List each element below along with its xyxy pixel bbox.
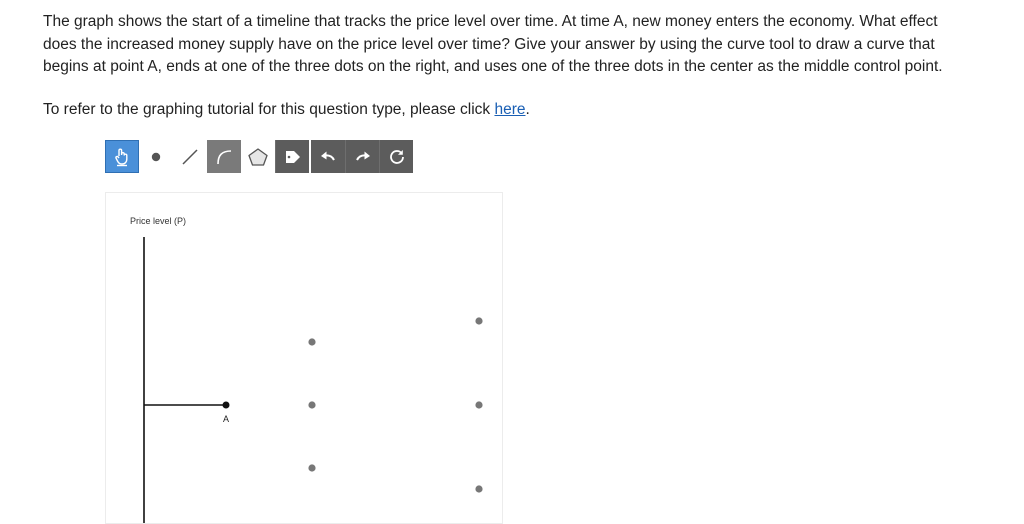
curve-tool-button[interactable]: [207, 140, 241, 173]
reset-icon: [389, 149, 404, 164]
tag-icon: [285, 150, 300, 163]
pentagon-icon: [248, 147, 268, 166]
undo-button[interactable]: [311, 140, 345, 173]
hand-icon: [115, 148, 128, 166]
graph-toolbar: [105, 140, 413, 173]
end-dot-bottom[interactable]: [475, 485, 483, 493]
tutorial-line: To refer to the graphing tutorial for th…: [43, 99, 530, 121]
dot-icon: [151, 152, 161, 161]
tutorial-link[interactable]: here: [494, 101, 525, 118]
question-text: The graph shows the start of a timeline …: [43, 13, 943, 75]
question-text-block: The graph shows the start of a timeline …: [43, 11, 963, 79]
point-tool-button[interactable]: [139, 140, 173, 173]
graph-canvas[interactable]: [106, 193, 502, 523]
graph-area[interactable]: Price level (P) A: [105, 192, 503, 524]
middle-control-dot-center[interactable]: [308, 401, 316, 409]
end-dot-center[interactable]: [475, 401, 483, 409]
line-icon: [182, 148, 198, 165]
label-tool-button[interactable]: [275, 140, 309, 173]
middle-control-dot-top[interactable]: [308, 338, 316, 346]
line-tool-button[interactable]: [173, 140, 207, 173]
redo-button[interactable]: [345, 140, 379, 173]
point-a-label: A: [223, 414, 230, 424]
redo-arrow-icon: [355, 151, 370, 160]
tutorial-suffix: .: [525, 101, 530, 118]
hand-tool-button[interactable]: [105, 140, 139, 173]
polygon-tool-button[interactable]: [241, 140, 275, 173]
y-axis-label: Price level (P): [130, 216, 187, 226]
undo-arrow-icon: [321, 151, 335, 160]
point-a: [222, 401, 230, 409]
end-dot-top[interactable]: [475, 317, 483, 325]
reset-button[interactable]: [379, 140, 413, 173]
middle-control-dot-bottom[interactable]: [308, 464, 316, 472]
curve-icon: [217, 149, 232, 164]
tutorial-prefix: To refer to the graphing tutorial for th…: [43, 101, 495, 118]
